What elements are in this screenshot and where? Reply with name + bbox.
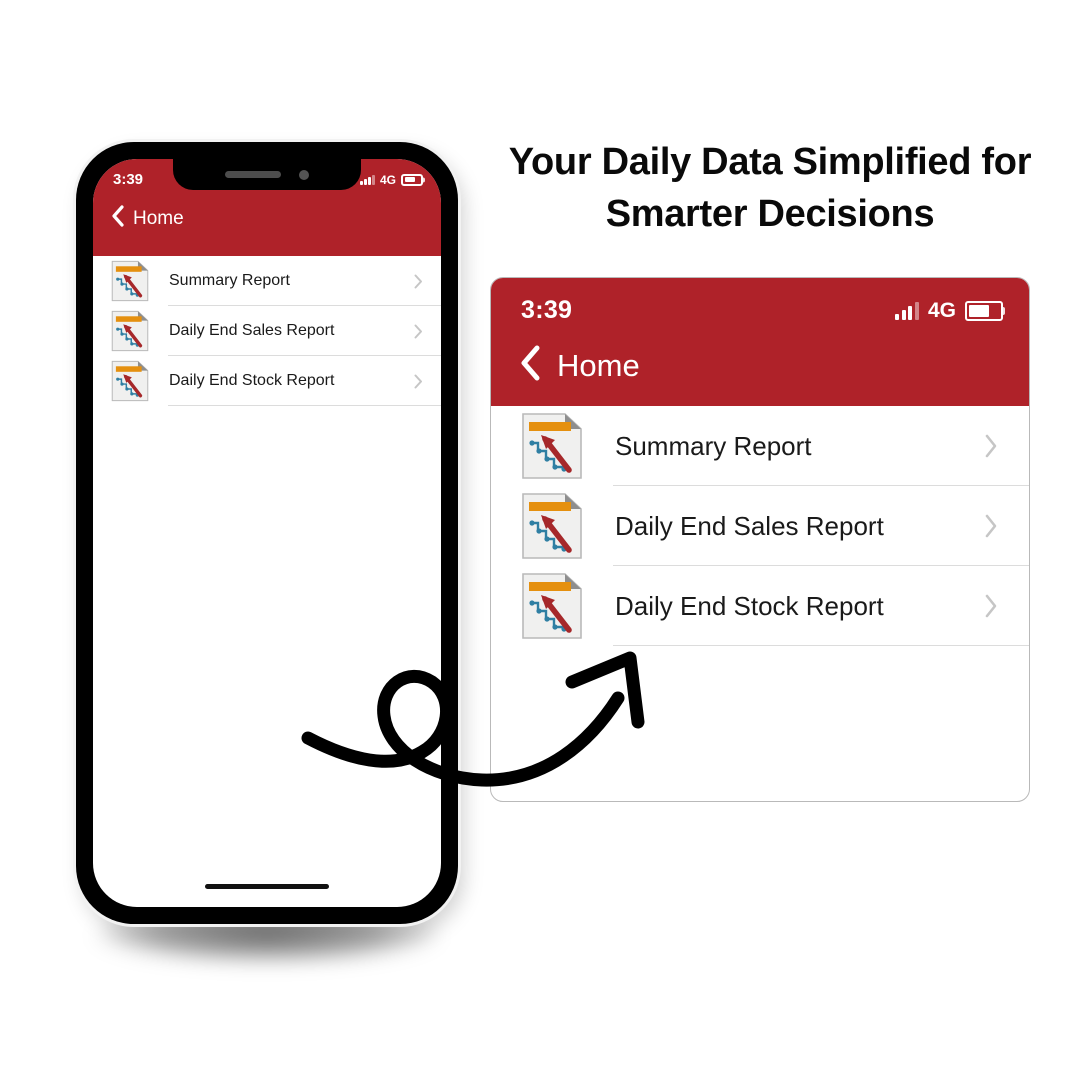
status-time: 3:39 <box>521 296 573 324</box>
nav-title: Home <box>133 207 184 229</box>
speaker-grille-icon <box>225 171 281 178</box>
nav-bar-phone: Home <box>93 191 441 232</box>
report-document-icon <box>521 492 583 560</box>
home-indicator-bar <box>205 884 329 889</box>
list-item-label: Daily End Stock Report <box>615 590 884 621</box>
report-list-phone: Summary Report Daily End Sales Report Da… <box>93 256 441 406</box>
network-type-label: 4G <box>379 172 396 187</box>
phone-notch <box>173 159 361 190</box>
nav-bar-panel: Home <box>491 325 1029 386</box>
list-item[interactable]: Daily End Sales Report <box>93 306 441 356</box>
list-item[interactable]: Summary Report <box>491 406 1029 486</box>
nav-title: Home <box>557 347 640 383</box>
list-item-label: Daily End Sales Report <box>169 322 335 339</box>
signal-bars-icon <box>895 301 919 320</box>
list-item-label: Summary Report <box>615 430 812 461</box>
app-header-panel: 3:39 4G Home <box>491 278 1029 406</box>
page-title: Your Daily Data Simplified for Smarter D… <box>508 141 1032 236</box>
report-list-panel: Summary Report Daily End Sales Report Da… <box>491 406 1029 646</box>
list-item[interactable]: Daily End Sales Report <box>491 486 1029 566</box>
chevron-right-icon <box>984 513 999 539</box>
poster-canvas: Your Daily Data Simplified for Smarter D… <box>0 0 1080 1080</box>
chevron-left-icon[interactable] <box>111 205 124 232</box>
chevron-right-icon <box>984 593 999 619</box>
front-camera-icon <box>299 169 309 180</box>
network-type-label: 4G <box>927 298 956 322</box>
chevron-right-icon <box>984 433 999 459</box>
list-item-label: Summary Report <box>169 272 290 289</box>
list-item-label: Daily End Sales Report <box>615 510 884 541</box>
battery-icon <box>965 300 1005 321</box>
report-document-icon <box>521 412 583 480</box>
list-item[interactable]: Daily End Stock Report <box>93 356 441 406</box>
list-item[interactable]: Summary Report <box>93 256 441 306</box>
chevron-right-icon <box>414 274 423 289</box>
chevron-left-icon[interactable] <box>519 345 541 386</box>
report-document-icon <box>111 260 149 302</box>
chevron-right-icon <box>414 374 423 389</box>
chevron-right-icon <box>414 324 423 339</box>
list-item-label: Daily End Stock Report <box>169 372 335 389</box>
status-time: 3:39 <box>113 171 144 188</box>
report-document-icon <box>111 310 149 352</box>
report-document-icon <box>111 360 149 402</box>
status-bar-panel: 3:39 4G <box>491 278 1029 325</box>
list-divider <box>168 405 441 406</box>
signal-bars-icon <box>360 174 375 185</box>
curved-looping-arrow <box>300 620 680 820</box>
battery-icon <box>401 173 425 186</box>
